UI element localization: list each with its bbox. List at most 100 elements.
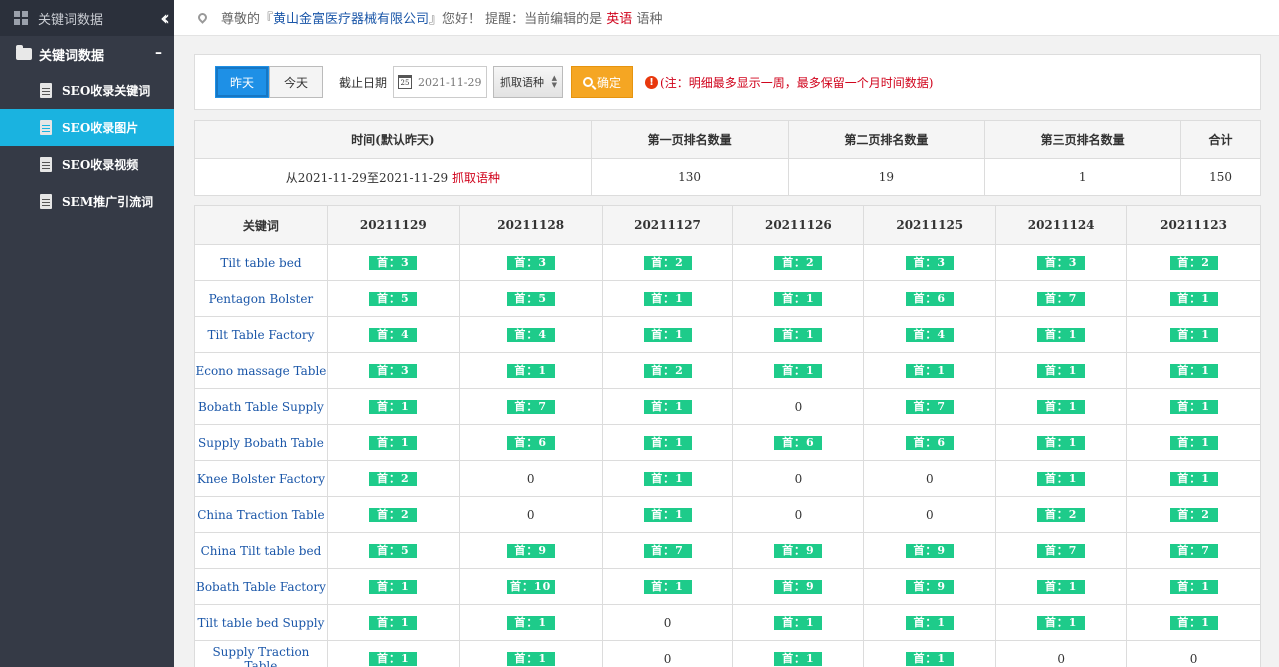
sidebar-group-label: 关键词数据 (39, 48, 105, 64)
sidebar-item-seo-images[interactable]: SEO收录图片 (0, 109, 174, 146)
rank-cell: 首：5 (326, 532, 460, 569)
rank-badge: 首：1 (643, 328, 692, 342)
rank-cell: 首：2 (1126, 244, 1261, 281)
rank-cell: 首：1 (995, 316, 1128, 353)
rank-badge: 首：5 (369, 292, 418, 306)
rank-badge: 首：5 (506, 292, 555, 306)
summary-header: 第一页排名数量 (590, 120, 789, 159)
rank-badge: 首：1 (1169, 292, 1218, 306)
rank-badge: 首：1 (1169, 328, 1218, 342)
rank-cell: 0 (732, 388, 865, 425)
rank-cell: 首：10 (458, 568, 603, 605)
rank-cell: 首：1 (458, 352, 603, 389)
rank-cell: 首：1 (863, 352, 997, 389)
keyword-cell[interactable]: Econo massage Table (194, 352, 328, 389)
keyword-cell[interactable]: Pentagon Bolster (194, 280, 328, 317)
table-row: China Tilt table bed 首：5 首：9 首：7 首：9 首：9 首：7 首：… (194, 532, 1261, 569)
greeting-middle: 』您好！ 提醒：当前编辑的是 (429, 12, 607, 27)
sidebar-item-seo-keywords[interactable]: SEO收录关键词 (0, 72, 174, 109)
date-label: 截止日期 (339, 75, 388, 90)
rank-badge: 首：1 (643, 580, 692, 594)
rank-cell: 首：1 (1126, 568, 1261, 605)
language-select[interactable]: 抓取语种 ▲ ▼ (493, 66, 564, 98)
rank-cell: 首：7 (1126, 532, 1261, 569)
table-header-row: 关键词 20211129 20211128 20211127 20211126 … (194, 205, 1261, 245)
rank-badge: 首：10 (506, 580, 555, 594)
rank-cell: 首：1 (326, 568, 460, 605)
rank-badge: 首：1 (1037, 436, 1086, 450)
table-row: Knee Bolster Factory 首：2 0 首：1 0 0 首：1 首：1 (194, 460, 1261, 497)
keyword-cell[interactable]: Tilt table bed (194, 244, 328, 281)
rank-badge: 首：3 (369, 256, 418, 270)
rank-cell: 首：1 (732, 640, 865, 667)
rank-badge: 首：1 (774, 652, 823, 666)
rank-cell: 首：1 (732, 604, 865, 641)
sidebar-item-seo-videos[interactable]: SEO收录视频 (0, 146, 174, 183)
keyword-cell[interactable]: China Traction Table (194, 496, 328, 533)
grid-icon (14, 11, 28, 25)
column-header: 20211129 (326, 205, 460, 245)
sidebar-item-sem-traffic[interactable]: SEM推广引流词 (0, 183, 174, 220)
retention-note: (注：明细最多显示一周，最多保留一个月时间数据) (660, 75, 934, 90)
column-header: 20211128 (458, 205, 603, 245)
table-row: Tilt table bed Supply 首：1 首：1 0 首：1 首：1 首：1 首：1 (194, 604, 1261, 641)
rank-cell: 首：1 (1126, 604, 1261, 641)
rank-cell: 首：1 (995, 388, 1128, 425)
tab-today[interactable]: 今天 (269, 66, 323, 98)
keyword-cell[interactable]: Supply Traction Table (194, 640, 328, 667)
rank-cell: 0 (458, 460, 603, 497)
keyword-cell[interactable]: Knee Bolster Factory (194, 460, 328, 497)
keyword-cell[interactable]: Tilt Table Factory (194, 316, 328, 353)
keyword-cell[interactable]: Bobath Table Factory (194, 568, 328, 605)
rank-cell: 首：7 (863, 388, 997, 425)
column-header: 20211124 (995, 205, 1128, 245)
column-header: 20211123 (1126, 205, 1261, 245)
rank-cell: 首：7 (458, 388, 603, 425)
table-row: Econo massage Table 首：3 首：1 首：2 首：1 首：1 首：1 首：1 (194, 352, 1261, 389)
end-date-value: 2021-11-29 (418, 75, 482, 89)
double-chevron-left-icon[interactable]: ‹‹ (160, 6, 170, 30)
rank-badge: 首：6 (506, 436, 555, 450)
keyword-cell[interactable]: China Tilt table bed (194, 532, 328, 569)
rank-badge: 首：1 (905, 364, 954, 378)
rank-cell: 首：1 (995, 460, 1128, 497)
table-row: Tilt table bed 首：3 首：3 首：2 首：2 首：3 首：3 首：2 (194, 244, 1261, 281)
rank-cell: 首：6 (863, 280, 997, 317)
document-icon (40, 194, 52, 209)
rank-badge: 首：2 (643, 364, 692, 378)
rank-cell: 首：1 (326, 388, 460, 425)
keyword-cell[interactable]: Bobath Table Supply (194, 388, 328, 425)
rank-cell: 首：1 (863, 640, 997, 667)
rank-badge: 首：2 (774, 256, 823, 270)
collapse-group-icon[interactable]: – (155, 45, 162, 61)
table-row: Bobath Table Supply 首：1 首：7 首：1 0 首：7 首：1 首：1 (194, 388, 1261, 425)
keyword-cell[interactable]: Tilt table bed Supply (194, 604, 328, 641)
rank-cell: 首：1 (458, 604, 603, 641)
rank-badge: 首：1 (506, 616, 555, 630)
rank-badge: 首：3 (369, 364, 418, 378)
rank-badge: 首：1 (1037, 364, 1086, 378)
rank-cell: 首：9 (863, 568, 997, 605)
rank-cell: 首：1 (326, 604, 460, 641)
table-row: Pentagon Bolster 首：5 首：5 首：1 首：1 首：6 首：7 首：1 (194, 280, 1261, 317)
rank-badge: 首：1 (774, 292, 823, 306)
location-pin-icon (196, 11, 209, 24)
rank-cell: 首：1 (326, 640, 460, 667)
column-header: 关键词 (194, 205, 328, 245)
tab-yesterday[interactable]: 昨天 (215, 66, 269, 98)
rank-badge: 首：1 (369, 652, 418, 666)
rank-cell: 首：1 (732, 280, 865, 317)
rank-badge: 首：1 (774, 364, 823, 378)
sidebar-title: 关键词数据 (38, 12, 104, 28)
table-row: Bobath Table Factory 首：1 首：10 首：1 首：9 首：9 首：1 首… (194, 568, 1261, 605)
rank-badge: 首：1 (643, 472, 692, 486)
keyword-cell[interactable]: Supply Bobath Table (194, 424, 328, 461)
end-date-input[interactable]: 25 2021-11-29 (393, 66, 488, 98)
rank-badge: 首：1 (369, 580, 418, 594)
rank-badge: 首：7 (1037, 544, 1086, 558)
sidebar-group-keyword-data[interactable]: 关键词数据 – (0, 36, 174, 72)
summary-header: 第二页排名数量 (787, 120, 986, 159)
rank-cell: 首：9 (458, 532, 603, 569)
confirm-button[interactable]: 确定 (571, 66, 634, 98)
summary-row: 从2021-11-29至2021-11-29 抓取语种 130 19 1 150 (194, 158, 1261, 196)
